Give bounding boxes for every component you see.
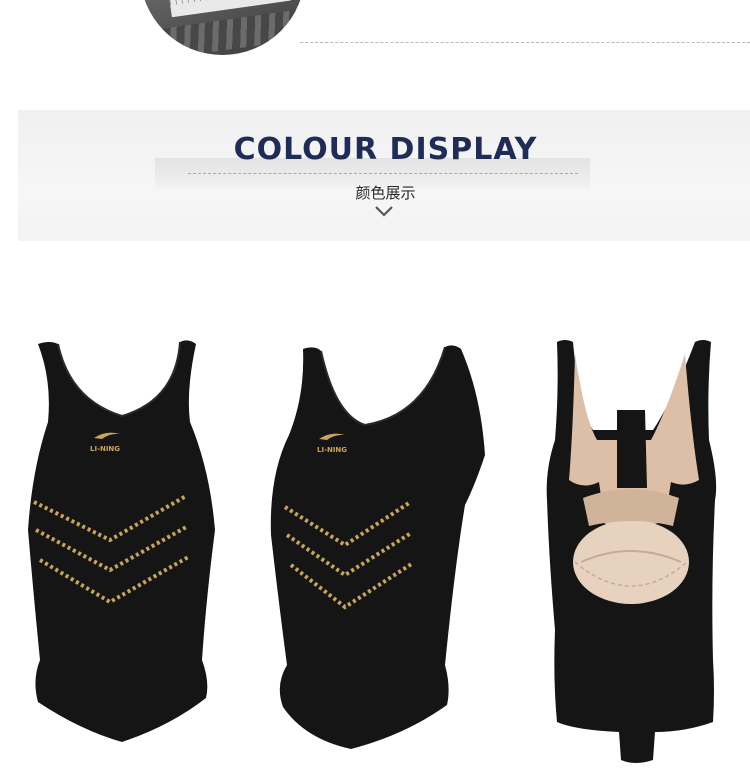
heading-dashed-rule — [188, 173, 578, 174]
section-subtitle: 颜色展示 — [355, 184, 416, 202]
top-dashed-divider — [300, 42, 750, 43]
swimsuit-back-image — [535, 330, 735, 770]
swimsuit-side-image: LI-NING — [255, 335, 500, 765]
chevron-down-icon — [375, 206, 393, 217]
brand-logo-text: LI-NING — [90, 445, 120, 453]
top-product-thumbnail — [140, 0, 305, 55]
swimsuit-front-image: LI-NING — [10, 330, 240, 760]
brand-logo-text: LI-NING — [317, 446, 347, 454]
section-title: COLOUR DISPLAY — [233, 132, 538, 167]
